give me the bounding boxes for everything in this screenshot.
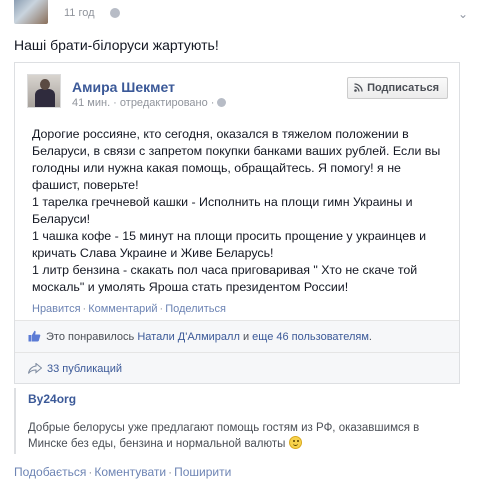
share-link[interactable]: Поширити bbox=[174, 465, 231, 479]
shared-post-actions: Нравится · Комментарий · Поделиться bbox=[32, 303, 226, 315]
shared-author-name[interactable]: Амира Шекмет bbox=[72, 79, 175, 95]
post-timestamp[interactable]: 11 год bbox=[64, 7, 95, 19]
subscribe-button[interactable]: Подписаться bbox=[347, 77, 448, 99]
shares-summary[interactable]: 33 публикаций bbox=[15, 352, 459, 383]
body-line: кричать Слава Украине и Живе Беларусь! bbox=[32, 246, 274, 260]
comment-link[interactable]: Комментарий bbox=[88, 303, 157, 315]
share-arrow-icon bbox=[28, 363, 42, 374]
source-description: Добрые белорусы уже предлагают помощь го… bbox=[28, 420, 458, 452]
body-line: 1 тарелка гречневой кашки - Исполнить на… bbox=[32, 195, 413, 209]
chevron-down-icon[interactable]: ⌄ bbox=[453, 4, 473, 24]
post-actions: Подобається · Коментувати · Поширити bbox=[14, 465, 232, 479]
body-line: голодны или нужна какая помощь, обращайт… bbox=[32, 161, 401, 175]
shared-author-avatar[interactable] bbox=[27, 74, 61, 108]
subscribe-label: Подписаться bbox=[367, 82, 439, 94]
likes-suffix: . bbox=[368, 331, 372, 343]
like-link[interactable]: Подобається bbox=[14, 465, 86, 479]
source-name-link[interactable]: By24org bbox=[28, 392, 76, 406]
smiley-icon bbox=[288, 436, 302, 449]
likes-and: и bbox=[242, 331, 250, 343]
shares-count-link[interactable]: 33 публикаций bbox=[47, 363, 122, 375]
like-link[interactable]: Нравится bbox=[32, 303, 81, 315]
globe-icon bbox=[217, 98, 227, 107]
author-name-cropped bbox=[64, 0, 364, 2]
link-preview[interactable]: By24org Добрые белорусы уже предлагают п… bbox=[14, 388, 460, 454]
share-link[interactable]: Поделиться bbox=[165, 303, 226, 315]
post-header: 11 год ⌄ bbox=[0, 0, 483, 30]
body-line: Дорогие россияне, кто сегодня, оказался … bbox=[32, 127, 409, 141]
post-text: Наші брати-білоруси жартують! bbox=[14, 37, 219, 53]
avatar[interactable] bbox=[14, 0, 48, 24]
body-line: фашист, поверьте! bbox=[32, 178, 139, 192]
shared-post-card: Амира Шекмет 41 мин. · отредактировано ·… bbox=[14, 62, 460, 384]
body-line: 1 чашка кофе - 15 минут на площи просить… bbox=[32, 229, 427, 243]
body-line: 1 литр бензина - скакать пол часа пригов… bbox=[32, 263, 418, 277]
likes-prefix: Это понравилось bbox=[46, 331, 135, 343]
likes-summary: Это понравилось Натали Д'Алмиралл и еще … bbox=[15, 320, 459, 352]
body-line: москаль" и умолять Яроша стать президент… bbox=[32, 280, 349, 294]
rss-icon bbox=[354, 83, 363, 92]
shared-post-meta: 41 мин. · отредактировано · bbox=[72, 97, 227, 109]
comment-link[interactable]: Коментувати bbox=[94, 465, 166, 479]
body-line: Беларуси! bbox=[32, 212, 91, 226]
shared-post-body: Дорогие россияне, кто сегодня, оказался … bbox=[32, 126, 452, 296]
globe-icon bbox=[110, 8, 120, 18]
liker-name-link[interactable]: Натали Д'Алмиралл bbox=[137, 331, 240, 343]
likes-text: Это понравилось Натали Д'Алмиралл и еще … bbox=[46, 331, 372, 343]
body-line: Беларуси, в связи с запретом покупки бан… bbox=[32, 144, 441, 158]
like-thumb-icon bbox=[28, 330, 41, 342]
shared-meta-text: 41 мин. · отредактировано · bbox=[72, 97, 215, 109]
source-description-text: Добрые белорусы уже предлагают помощь го… bbox=[28, 422, 420, 450]
likes-others-link[interactable]: еще 46 пользователям bbox=[252, 331, 369, 343]
